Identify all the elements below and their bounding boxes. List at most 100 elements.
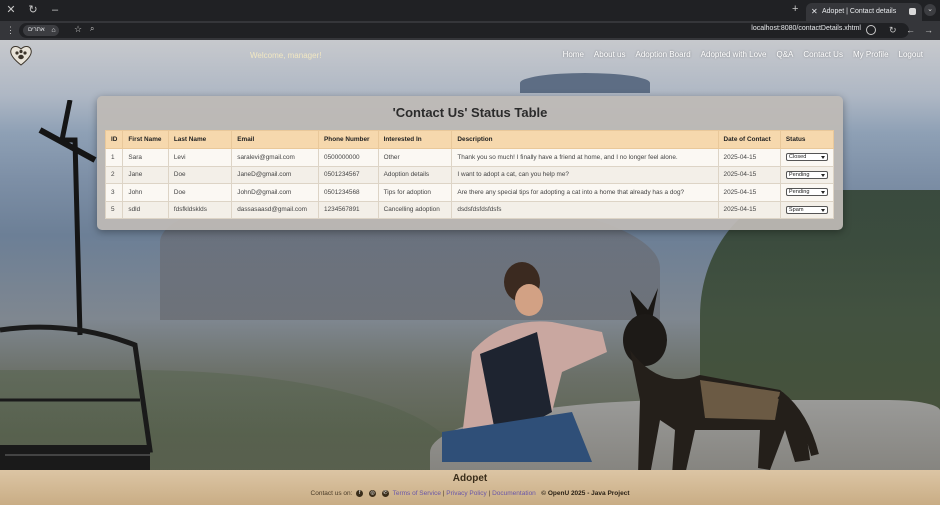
- table-row: 3 John Doe JohnD@gmail.com 0501234568 Ti…: [104, 183, 835, 202]
- cell-description: Thank you so much! I finally have a frie…: [451, 148, 719, 167]
- browser-tabstrip: ✕ ↻ – + ✕ Adopet | Contact details ⌄: [0, 0, 940, 21]
- footer-brand: Adopet: [452, 473, 488, 484]
- new-tab-icon[interactable]: +: [792, 3, 798, 15]
- page-title: 'Contact Us' Status Table: [392, 105, 548, 120]
- cell-date: 2025-04-15: [717, 148, 781, 167]
- table-row: 5 sdld fdsfkldsklds dassasaasd@gmail.com…: [104, 200, 835, 219]
- instagram-icon[interactable]: ◎: [369, 490, 377, 497]
- cell-interest: Cancelling adoption: [377, 200, 453, 219]
- table-row: 1 Sara Levi saralevi@gmail.com 050000000…: [104, 148, 835, 167]
- site-chip-label: אתרים: [28, 27, 45, 33]
- tab-search-icon[interactable]: ⌄: [924, 4, 936, 16]
- table-row: 2 Jane Doe JaneD@gmail.com 0501234567 Ad…: [104, 165, 835, 184]
- bookmark-star-icon[interactable]: ☆: [74, 24, 82, 35]
- cell-status: Pending: [779, 165, 835, 184]
- column-header: Last Name: [167, 130, 233, 149]
- cell-first-name: Sara: [122, 148, 169, 167]
- whatsapp-icon[interactable]: ✆: [381, 490, 389, 497]
- cell-email: dassasaasd@gmail.com: [231, 200, 320, 219]
- favicon-icon: [909, 8, 916, 15]
- column-header: Description: [451, 130, 719, 149]
- cell-email: JohnD@gmail.com: [231, 183, 320, 202]
- table-header-row: ID First Name Last Name Email Phone Numb…: [104, 130, 835, 149]
- cell-status: Spam: [779, 200, 835, 219]
- welcome-message: Welcome, manager!: [250, 51, 322, 60]
- status-card: 'Contact Us' Status Table ID First Name …: [97, 96, 843, 230]
- cell-phone: 1234567891: [318, 200, 379, 219]
- nav-qa[interactable]: Q&A: [776, 50, 793, 59]
- cell-interest: Adoption details: [377, 165, 453, 184]
- contact-label: Contact us on:: [310, 490, 353, 498]
- facebook-icon[interactable]: f: [356, 490, 364, 497]
- column-header: Email: [231, 130, 320, 149]
- cell-last-name: fdsfkldsklds: [167, 200, 233, 219]
- cell-description: dsdsfdsfdsfdsfs: [451, 200, 719, 219]
- cell-first-name: Jane: [122, 165, 169, 184]
- terms-link[interactable]: Terms of Service: [393, 490, 441, 497]
- nav-contact-us[interactable]: Contact Us: [803, 50, 843, 59]
- cell-interest: Tips for adoption: [377, 183, 453, 202]
- cell-email: saralevi@gmail.com: [231, 148, 320, 167]
- forward-icon[interactable]: ←: [906, 24, 915, 37]
- cell-id: 2: [104, 165, 124, 184]
- nav-about-us[interactable]: About us: [594, 50, 626, 59]
- status-select[interactable]: Pending: [785, 170, 828, 179]
- cell-first-name: John: [122, 183, 169, 202]
- column-header: Date of Contact: [717, 130, 781, 149]
- column-header: Phone Number: [318, 130, 379, 149]
- cell-date: 2025-04-15: [717, 165, 781, 184]
- site-footer: Adopet Contact us on: f ◎ ✆ Terms of Ser…: [0, 470, 940, 505]
- column-header: Interested In: [377, 130, 453, 149]
- cell-status: Pending: [779, 183, 835, 202]
- cell-last-name: Doe: [167, 165, 233, 184]
- browser-toolbar: ⋮ אתרים ⌂ ☆ ⌕ localhost:8080/contactDeta…: [0, 21, 940, 40]
- tab-title: Adopet | Contact details: [822, 8, 897, 15]
- nav-logout[interactable]: Logout: [899, 50, 923, 59]
- cell-first-name: sdld: [122, 200, 169, 219]
- main-nav: Home About us Adoption Board Adopted wit…: [553, 50, 923, 59]
- site-chip[interactable]: אתרים ⌂: [23, 25, 59, 36]
- url-text[interactable]: localhost:8080/contactDetails.xhtml: [751, 25, 861, 32]
- status-select[interactable]: Closed: [785, 153, 828, 162]
- status-select[interactable]: Pending: [785, 188, 828, 197]
- minimize-icon[interactable]: –: [48, 3, 62, 17]
- cell-description: I want to adopt a cat, can you help me?: [451, 165, 719, 184]
- page: Welcome, manager! Home About us Adoption…: [0, 40, 940, 505]
- cell-phone: 0501234567: [318, 165, 379, 184]
- home-icon[interactable]: ⌂: [51, 25, 55, 36]
- nav-my-profile[interactable]: My Profile: [853, 50, 889, 59]
- cell-date: 2025-04-15: [717, 183, 781, 202]
- column-header: ID: [104, 130, 124, 149]
- site-info-icon[interactable]: [866, 25, 876, 35]
- cell-id: 5: [104, 200, 124, 219]
- column-header: Status: [779, 130, 835, 149]
- cell-last-name: Levi: [167, 148, 233, 167]
- column-header: First Name: [122, 130, 169, 149]
- nav-adopted-with-love[interactable]: Adopted with Love: [701, 50, 767, 59]
- cell-phone: 0501234568: [318, 183, 379, 202]
- reload-icon[interactable]: ↻: [26, 3, 40, 17]
- browser-tab[interactable]: ✕ Adopet | Contact details: [806, 3, 922, 21]
- cell-interest: Other: [377, 148, 453, 167]
- close-tab-icon[interactable]: ✕: [811, 3, 818, 21]
- dog-image: [623, 288, 819, 475]
- privacy-link[interactable]: Privacy Policy: [446, 490, 486, 497]
- copyright: © OpenU 2025 - Java Project: [541, 490, 630, 498]
- refresh-icon[interactable]: ↻: [889, 24, 897, 37]
- cell-email: JaneD@gmail.com: [231, 165, 320, 184]
- contact-status-table: ID First Name Last Name Email Phone Numb…: [104, 130, 835, 219]
- address-bar[interactable]: אתרים ⌂ ☆ ⌕ localhost:8080/contactDetail…: [19, 23, 909, 38]
- nav-adoption-board[interactable]: Adoption Board: [636, 50, 691, 59]
- mountain-peak: [520, 73, 650, 93]
- site-navbar: Welcome, manager! Home About us Adoption…: [0, 40, 940, 70]
- documentation-link[interactable]: Documentation: [492, 490, 536, 497]
- status-select[interactable]: Spam: [785, 205, 828, 214]
- adopet-logo-icon[interactable]: [9, 44, 33, 66]
- cell-phone: 0500000000: [318, 148, 379, 167]
- close-window-icon[interactable]: ✕: [4, 3, 18, 17]
- nav-home[interactable]: Home: [563, 50, 584, 59]
- footer-links: Contact us on: f ◎ ✆ Terms of Service | …: [310, 490, 630, 498]
- menu-icon[interactable]: ⋮: [6, 24, 15, 37]
- zoom-icon[interactable]: ⌕: [90, 24, 94, 34]
- back-icon[interactable]: →: [924, 24, 933, 37]
